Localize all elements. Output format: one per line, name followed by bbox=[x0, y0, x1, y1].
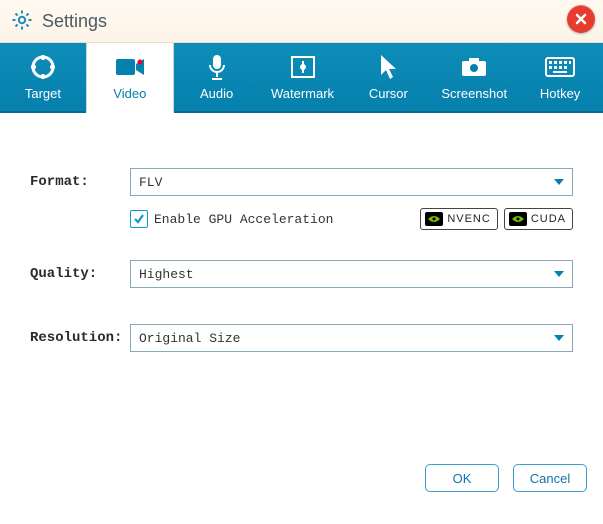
quality-row: Quality: Highest bbox=[30, 260, 573, 288]
gpu-row: Enable GPU Acceleration NVENC CUDA bbox=[130, 208, 573, 230]
watermark-icon bbox=[290, 53, 316, 81]
titlebar: Settings bbox=[0, 0, 603, 43]
footer: OK Cancel bbox=[0, 451, 603, 505]
quality-select[interactable]: Highest bbox=[130, 260, 573, 288]
resolution-select[interactable]: Original Size bbox=[130, 324, 573, 352]
close-icon bbox=[574, 12, 588, 26]
ok-label: OK bbox=[453, 471, 472, 486]
format-select[interactable]: FLV bbox=[130, 168, 573, 196]
gpu-badges: NVENC CUDA bbox=[420, 208, 573, 230]
chevron-down-icon bbox=[554, 179, 564, 185]
cancel-button[interactable]: Cancel bbox=[513, 464, 587, 492]
quality-value: Highest bbox=[139, 267, 194, 282]
close-button[interactable] bbox=[567, 5, 595, 33]
tab-target[interactable]: Target bbox=[0, 43, 86, 111]
cuda-badge: CUDA bbox=[504, 208, 573, 230]
gpu-label: Enable GPU Acceleration bbox=[154, 212, 333, 227]
format-value: FLV bbox=[139, 175, 162, 190]
check-icon bbox=[133, 213, 145, 225]
tabbar: Target Video Audio Watermark Cursor Scre… bbox=[0, 43, 603, 113]
format-label: Format: bbox=[30, 174, 130, 190]
settings-panel: Format: FLV Enable GPU Acceleration NVEN… bbox=[0, 113, 603, 451]
keyboard-icon bbox=[545, 53, 575, 81]
quality-label: Quality: bbox=[30, 266, 130, 282]
resolution-label: Resolution: bbox=[30, 330, 130, 346]
tab-label: Target bbox=[25, 86, 61, 101]
tab-label: Video bbox=[113, 86, 146, 101]
gear-icon bbox=[10, 8, 34, 35]
cancel-label: Cancel bbox=[530, 471, 570, 486]
tab-audio[interactable]: Audio bbox=[174, 43, 260, 111]
chevron-down-icon bbox=[554, 335, 564, 341]
gpu-checkbox[interactable] bbox=[130, 210, 148, 228]
tab-label: Screenshot bbox=[441, 86, 507, 101]
tab-screenshot[interactable]: Screenshot bbox=[431, 43, 517, 111]
ok-button[interactable]: OK bbox=[425, 464, 499, 492]
tab-label: Cursor bbox=[369, 86, 408, 101]
format-row: Format: FLV bbox=[30, 168, 573, 196]
tab-label: Hotkey bbox=[540, 86, 580, 101]
tab-hotkey[interactable]: Hotkey bbox=[517, 43, 603, 111]
chevron-down-icon bbox=[554, 271, 564, 277]
window-title: Settings bbox=[42, 11, 107, 32]
target-icon bbox=[29, 53, 57, 81]
badge-text: NVENC bbox=[447, 213, 491, 225]
tab-cursor[interactable]: Cursor bbox=[345, 43, 431, 111]
nvidia-eye-icon bbox=[425, 212, 443, 226]
resolution-row: Resolution: Original Size bbox=[30, 324, 573, 352]
tab-watermark[interactable]: Watermark bbox=[260, 43, 346, 111]
tab-video[interactable]: Video bbox=[86, 43, 174, 113]
video-icon bbox=[115, 53, 145, 81]
nvidia-eye-icon bbox=[509, 212, 527, 226]
camera-icon bbox=[460, 53, 488, 81]
tab-label: Watermark bbox=[271, 86, 334, 101]
microphone-icon bbox=[206, 53, 228, 81]
tab-label: Audio bbox=[200, 86, 233, 101]
badge-text: CUDA bbox=[531, 213, 566, 225]
resolution-value: Original Size bbox=[139, 331, 240, 346]
nvenc-badge: NVENC bbox=[420, 208, 498, 230]
cursor-icon bbox=[378, 53, 398, 81]
